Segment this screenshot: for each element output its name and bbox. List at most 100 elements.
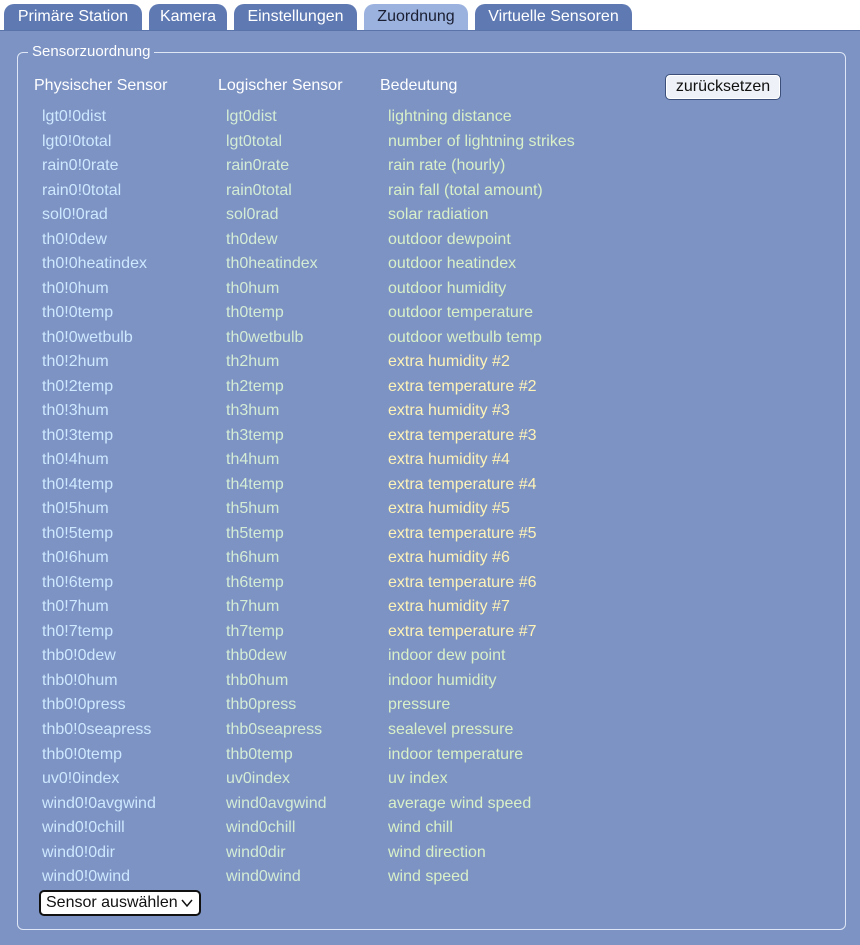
table-row: th0!5hum th5hum extra humidity #5: [0, 498, 860, 522]
physical-sensor-cell: thb0!0hum: [42, 671, 118, 689]
meaning-cell: lightning distance: [388, 108, 512, 125]
logical-sensor-cell: th6hum: [226, 549, 280, 567]
logical-sensor-cell: th4hum: [226, 451, 280, 469]
physical-sensor-cell: thb0!0press: [42, 696, 126, 714]
table-row: th0!0dew th0dew outdoor dewpoint: [0, 229, 860, 253]
meaning-cell: rain rate (hourly): [388, 157, 506, 175]
physical-sensor-cell: th0!7hum: [42, 598, 109, 616]
logical-sensor-cell: thb0seapress: [226, 721, 323, 738]
logical-sensor-cell: lgt0dist: [226, 108, 277, 125]
meaning-cell: extra humidity #5: [388, 500, 510, 518]
physical-sensor-cell: th0!0dew: [42, 230, 107, 248]
table-row: thb0!0seapress thb0seapress sealevel press…: [0, 719, 860, 743]
table-row: thb0!0hum thb0hum indoor humidity: [0, 670, 860, 694]
chevron-down-icon: [181, 893, 193, 920]
header-logical-sensor: Logischer Sensor: [218, 77, 343, 94]
physical-sensor-cell: th0!3temp: [42, 426, 114, 444]
meaning-cell: indoor humidity: [388, 671, 497, 689]
logical-sensor-cell: sol0rad: [226, 206, 279, 224]
logical-sensor-cell: th0hum: [226, 279, 280, 297]
table-row: thb0!0temp thb0temp indoor temperature: [0, 744, 860, 768]
meaning-cell: outdoor dewpoint: [388, 230, 511, 248]
logical-sensor-cell: th0dew: [226, 230, 278, 248]
table-row: th0!6hum th6hum extra humidity #6: [0, 547, 860, 571]
physical-sensor-cell: th0!5temp: [42, 524, 114, 542]
header-physical-sensor: Physischer Sensor: [34, 77, 168, 94]
logical-sensor-cell: wind0dir: [226, 843, 286, 861]
reset-button[interactable]: zurücksetzen: [665, 74, 781, 100]
table-row: th0!4temp th4temp extra temperature #4: [0, 474, 860, 498]
table-row: sol0!0rad sol0rad solar radiation: [0, 204, 860, 228]
logical-sensor-cell: th2temp: [226, 377, 284, 395]
physical-sensor-cell: wind0!0chill: [42, 819, 125, 837]
logical-sensor-cell: rain0rate: [226, 157, 290, 175]
logical-sensor-cell: th7hum: [226, 598, 280, 616]
table-row: th0!2temp th2temp extra temperature #2: [0, 376, 860, 400]
table-row: th0!0wetbulb th0wetbulb outdoor wetbulb te…: [0, 327, 860, 351]
meaning-cell: extra temperature #3: [388, 426, 537, 444]
table-row: thb0!0press thb0press pressure: [0, 694, 860, 718]
logical-sensor-cell: th6temp: [226, 573, 284, 591]
logical-sensor-cell: thb0temp: [226, 745, 293, 763]
physical-sensor-cell: thb0!0seapress: [42, 721, 152, 738]
logical-sensor-cell: th0wetbulb: [226, 328, 304, 346]
physical-sensor-cell: lgt0!0dist: [42, 108, 107, 125]
table-row: wind0!0dir wind0dir wind direction: [0, 842, 860, 866]
physical-sensor-cell: th0!6hum: [42, 549, 109, 567]
physical-sensor-cell: wind0!0wind: [42, 868, 131, 886]
table-row: th0!3hum th3hum extra humidity #3: [0, 400, 860, 424]
table-row: th0!2hum th2hum extra humidity #2: [0, 351, 860, 375]
physical-sensor-cell: rain0!0rate: [42, 157, 119, 175]
physical-sensor-cell: thb0!0temp: [42, 745, 123, 763]
table-row: th0!0temp th0temp outdoor temperature: [0, 302, 860, 326]
logical-sensor-cell: lgt0total: [226, 132, 283, 150]
meaning-cell: number of lightning strikes: [388, 132, 575, 150]
meaning-cell: outdoor wetbulb temp: [388, 328, 542, 346]
table-row: rain0!0rate rain0rate rain rate (hourly): [0, 155, 860, 179]
logical-sensor-cell: th0heatindex: [226, 255, 318, 273]
meaning-cell: extra temperature #6: [388, 573, 537, 591]
logical-sensor-cell: thb0dew: [226, 647, 287, 665]
meaning-cell: pressure: [388, 696, 451, 714]
physical-sensor-cell: uv0!0index: [42, 770, 120, 788]
table-row: th0!7temp th7temp extra temperature #7: [0, 621, 860, 645]
logical-sensor-cell: th0temp: [226, 304, 284, 322]
logical-sensor-cell: wind0wind: [226, 868, 301, 886]
logical-sensor-cell: th5hum: [226, 500, 280, 518]
tab-kamera[interactable]: Kamera: [149, 4, 227, 30]
meaning-cell: solar radiation: [388, 206, 489, 224]
sensor-select[interactable]: Sensor auswählen: [39, 890, 201, 916]
table-row: th0!5temp th5temp extra temperature #5: [0, 523, 860, 547]
logical-sensor-cell: th4temp: [226, 475, 284, 493]
meaning-cell: extra humidity #7: [388, 598, 510, 616]
physical-sensor-cell: th0!5hum: [42, 500, 109, 518]
table-row: wind0!0chill wind0chill wind chill: [0, 817, 860, 841]
physical-sensor-cell: thb0!0dew: [42, 647, 116, 665]
logical-sensor-cell: th2hum: [226, 353, 280, 371]
physical-sensor-cell: wind0!0avgwind: [42, 794, 156, 812]
tab-primaere-station[interactable]: Primäre Station: [4, 4, 142, 30]
meaning-cell: extra temperature #4: [388, 475, 537, 493]
table-row: th0!0heatindex th0heatindex outdoor heatin…: [0, 253, 860, 277]
physical-sensor-cell: th0!0wetbulb: [42, 328, 133, 346]
tab-einstellungen[interactable]: Einstellungen: [234, 4, 357, 30]
physical-sensor-cell: th0!0hum: [42, 279, 109, 297]
tab-virtuelle-sensoren[interactable]: Virtuelle Sensoren: [475, 4, 632, 30]
tab-zuordnung[interactable]: Zuordnung: [364, 4, 468, 30]
table-row: th0!0hum th0hum outdoor humidity: [0, 278, 860, 302]
meaning-cell: extra humidity #6: [388, 549, 510, 567]
table-row: th0!3temp th3temp extra temperature #3: [0, 425, 860, 449]
logical-sensor-cell: wind0avgwind: [226, 794, 327, 812]
logical-sensor-cell: th7temp: [226, 622, 284, 640]
meaning-cell: outdoor temperature: [388, 304, 533, 322]
physical-sensor-cell: th0!3hum: [42, 402, 109, 420]
logical-sensor-cell: thb0hum: [226, 671, 289, 689]
physical-sensor-cell: th0!0temp: [42, 304, 114, 322]
table-row: uv0!0index uv0index uv index: [0, 768, 860, 792]
table-row: lgt0!0total lgt0total number of lightning …: [0, 131, 860, 155]
table-row: th0!6temp th6temp extra temperature #6: [0, 572, 860, 596]
physical-sensor-cell: rain0!0total: [42, 181, 122, 199]
meaning-cell: indoor temperature: [388, 745, 524, 763]
meaning-cell: extra temperature #2: [388, 377, 537, 395]
logical-sensor-cell: wind0chill: [226, 819, 296, 837]
